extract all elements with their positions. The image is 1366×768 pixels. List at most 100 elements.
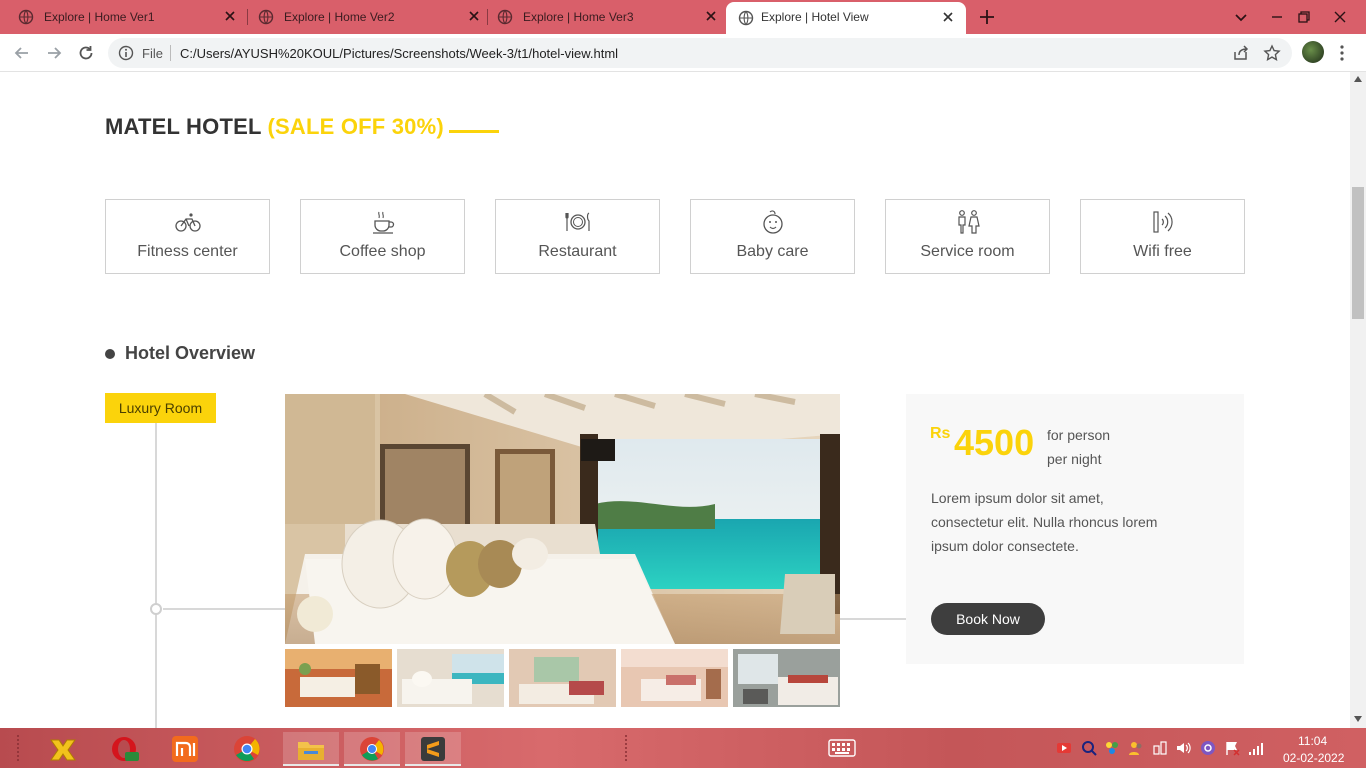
browser-tab-bar: Explore | Home Ver1 Explore | Home Ver2 …	[0, 0, 1366, 34]
amenity-card-fitness[interactable]: Fitness center	[105, 199, 270, 274]
bookmark-star-icon[interactable]	[1263, 44, 1281, 62]
browser-toolbar: File C:/Users/AYUSH%20KOUL/Pictures/Scre…	[0, 34, 1366, 72]
tab-title: Explore | Home Ver2	[284, 10, 395, 24]
close-icon[interactable]	[940, 9, 956, 25]
amenity-label: Fitness center	[137, 243, 238, 260]
timeline-line	[155, 423, 157, 728]
room-thumbnail[interactable]	[397, 649, 504, 707]
browser-tab[interactable]: Explore | Home Ver3	[479, 0, 727, 34]
bicycle-icon	[175, 213, 201, 232]
timeline-connector	[840, 618, 906, 620]
section-bullet	[105, 349, 115, 359]
close-icon[interactable]	[703, 8, 719, 24]
share-icon[interactable]	[1232, 44, 1250, 62]
sublime-text-icon	[421, 737, 445, 761]
amenity-label: Coffee shop	[339, 243, 426, 260]
restroom-icon	[958, 210, 980, 234]
browser-tab[interactable]: Explore | Home Ver2	[240, 0, 488, 34]
language-flag-icon[interactable]	[1224, 740, 1240, 756]
room-thumbnail[interactable]	[733, 649, 840, 707]
color-app-icon[interactable]	[1104, 740, 1120, 756]
globe-icon	[258, 9, 274, 25]
amenity-card-coffee[interactable]: Coffee shop	[300, 199, 465, 274]
chrome-taskbar-button[interactable]	[344, 732, 400, 766]
windows-taskbar: 11:04 02-02-2022	[0, 728, 1366, 768]
chrome-icon	[360, 737, 384, 761]
volume-icon[interactable]	[1175, 740, 1191, 756]
screen-recorder-icon[interactable]	[1056, 740, 1072, 756]
signal-bars-icon[interactable]	[1248, 740, 1264, 756]
restore-icon[interactable]	[1295, 8, 1313, 26]
coffee-cup-icon	[373, 211, 395, 234]
plate-cutlery-icon	[565, 212, 590, 231]
mi-app-icon[interactable]	[160, 732, 210, 766]
globe-icon	[497, 9, 513, 25]
scroll-up-arrow-icon[interactable]	[1354, 76, 1362, 82]
file-explorer-taskbar-button[interactable]	[283, 732, 339, 766]
globe-icon	[18, 9, 34, 25]
back-arrow-icon[interactable]	[12, 43, 32, 63]
hotel-name: MATEL HOTEL	[105, 114, 262, 139]
baby-face-icon	[763, 210, 783, 234]
window-close-icon[interactable]	[1331, 8, 1349, 26]
price-currency: Rs	[930, 425, 951, 442]
people-app-icon[interactable]	[1128, 740, 1144, 756]
sublime-text-taskbar-button[interactable]	[405, 732, 461, 766]
search-app-icon[interactable]	[1081, 740, 1097, 756]
chrome-icon[interactable]	[222, 732, 272, 766]
amenity-card-babycare[interactable]: Baby care	[690, 199, 855, 274]
new-tab-plus-icon[interactable]	[978, 8, 996, 26]
room-thumbnail[interactable]	[621, 649, 728, 707]
vpn-app-icon[interactable]	[1200, 740, 1216, 756]
menu-dots-icon[interactable]	[1336, 44, 1348, 62]
price-amount: 4500	[954, 422, 1035, 463]
minimize-icon[interactable]	[1268, 8, 1286, 26]
address-bar[interactable]: File C:/Users/AYUSH%20KOUL/Pictures/Scre…	[108, 38, 1292, 68]
forward-arrow-icon[interactable]	[44, 43, 64, 63]
profile-avatar[interactable]	[1302, 41, 1324, 63]
globe-icon	[738, 10, 754, 26]
book-now-button[interactable]: Book Now	[931, 603, 1045, 635]
room-main-photo[interactable]	[285, 394, 840, 644]
info-icon[interactable]	[118, 45, 134, 61]
scrollbar-thumb[interactable]	[1352, 187, 1364, 319]
price-unit: per night	[1047, 451, 1102, 467]
clock-time[interactable]: 11:04	[1298, 734, 1327, 748]
room-type-tag[interactable]: Luxury Room	[105, 393, 216, 423]
sale-badge-text: (SALE OFF 30%)	[267, 114, 444, 139]
close-icon[interactable]	[222, 8, 238, 24]
amenity-card-service-room[interactable]: Service room	[885, 199, 1050, 274]
amenity-label: Baby care	[736, 243, 809, 260]
network-icon[interactable]	[1152, 740, 1168, 756]
wifi-signal-icon	[1153, 211, 1173, 233]
touch-keyboard-icon[interactable]	[828, 739, 856, 757]
room-thumbnail[interactable]	[509, 649, 616, 707]
page-scrollbar[interactable]	[1350, 72, 1366, 728]
url-text[interactable]: C:/Users/AYUSH%20KOUL/Pictures/Screensho…	[180, 46, 618, 61]
address-separator	[170, 45, 171, 61]
tab-title: Explore | Home Ver1	[44, 10, 155, 24]
scheme-label: File	[142, 46, 163, 61]
title-underline	[449, 130, 499, 133]
scroll-down-arrow-icon[interactable]	[1354, 716, 1362, 722]
reload-icon[interactable]	[76, 43, 96, 63]
section-title: Hotel Overview	[125, 343, 256, 363]
amenity-label: Restaurant	[538, 243, 617, 260]
opera-browser-icon[interactable]	[99, 732, 149, 766]
room-description: Lorem ipsum dolor sit amet, consectetur …	[931, 490, 1158, 554]
price-unit: for person	[1047, 427, 1111, 443]
taskbar-grip[interactable]	[624, 734, 628, 762]
tab-search-chevron-icon[interactable]	[1232, 8, 1250, 26]
browser-tab[interactable]: Explore | Home Ver1	[0, 0, 244, 34]
browser-tab-active[interactable]: Explore | Hotel View	[726, 2, 966, 34]
room-thumbnail[interactable]	[285, 649, 392, 707]
amenity-card-wifi[interactable]: Wifi free	[1080, 199, 1245, 274]
taskbar-grip[interactable]	[16, 734, 20, 762]
game-app-icon[interactable]	[37, 732, 87, 766]
file-explorer-icon	[298, 742, 324, 760]
clock-date[interactable]: 02-02-2022	[1283, 751, 1344, 765]
amenity-label: Wifi free	[1133, 243, 1192, 260]
amenity-card-restaurant[interactable]: Restaurant	[495, 199, 660, 274]
timeline-node	[150, 603, 162, 615]
amenity-label: Service room	[920, 243, 1015, 260]
